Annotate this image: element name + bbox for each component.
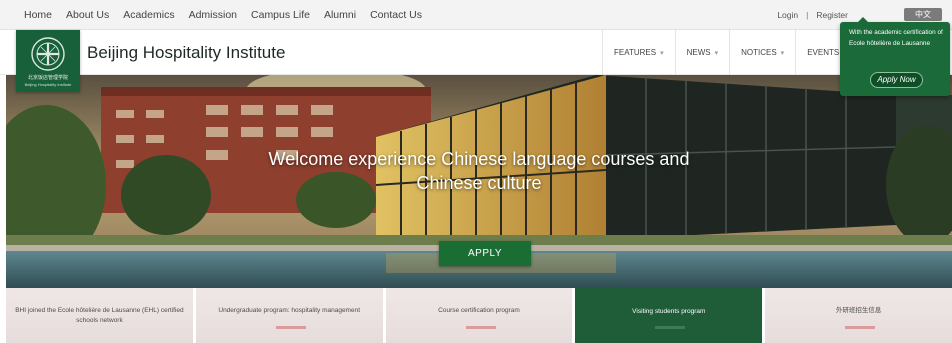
tile-accent-bar xyxy=(655,326,686,329)
nav-news-label: NEWS xyxy=(686,48,711,57)
link-separator: | xyxy=(806,10,809,20)
nav-features-label: FEATURES xyxy=(614,48,657,57)
register-link[interactable]: Register xyxy=(816,10,848,20)
account-links: Login | Register xyxy=(777,10,848,20)
program-tile-label: 外研班招生信息 xyxy=(835,307,882,314)
nav-features[interactable]: FEATURES ▾ xyxy=(602,30,675,75)
top-nav-campus-life[interactable]: Campus Life xyxy=(251,9,310,21)
top-nav-contact-us[interactable]: Contact Us xyxy=(370,9,422,21)
certification-text: With the academic certification of Ecole… xyxy=(849,29,943,47)
program-tile-label: Visiting students program xyxy=(632,308,706,315)
main-navigation: FEATURES ▾ NEWS ▾ NOTICES ▾ EVENTS ▾ xyxy=(602,30,858,75)
tile-accent-bar xyxy=(275,326,306,329)
chevron-down-icon: ▾ xyxy=(714,49,719,57)
apply-now-button[interactable]: Apply Now xyxy=(870,72,923,88)
site-header: 北京饭店管理学院 Beijing Hospitality Institute B… xyxy=(0,30,952,92)
top-nav-academics[interactable]: Academics xyxy=(123,9,174,21)
nav-events-label: EVENTS xyxy=(807,48,840,57)
top-nav-alumni[interactable]: Alumni xyxy=(324,9,356,21)
page: Home About Us Academics Admission Campus… xyxy=(0,0,952,343)
chevron-down-icon: ▾ xyxy=(660,49,664,57)
logo[interactable]: 北京饭店管理学院 Beijing Hospitality Institute xyxy=(16,30,80,92)
login-link[interactable]: Login xyxy=(777,10,798,20)
logo-chinese-name: 北京饭店管理学院 xyxy=(27,75,68,81)
program-tile-chinese-program[interactable]: 外研班招生信息 xyxy=(765,288,952,343)
program-tile-label: Undergraduate program: hospitality manag… xyxy=(218,307,361,314)
institute-emblem-icon xyxy=(31,37,65,71)
program-tile-ehl-network[interactable]: BHI joined the Ecole hôtelière de Lausan… xyxy=(6,288,193,343)
tile-accent-bar xyxy=(465,326,496,329)
nav-news[interactable]: NEWS ▾ xyxy=(674,30,730,75)
language-switch-button[interactable]: 中文 xyxy=(904,8,942,21)
top-utility-bar: Home About Us Academics Admission Campus… xyxy=(0,0,952,30)
program-tile-label: Course certification program xyxy=(438,307,520,314)
program-tile-visiting-students[interactable]: Visiting students program xyxy=(575,288,763,343)
program-tiles: BHI joined the Ecole hôtelière de Lausan… xyxy=(6,288,952,343)
tile-accent-bar xyxy=(845,326,876,329)
top-nav-about-us[interactable]: About Us xyxy=(66,9,109,21)
program-tile-undergraduate[interactable]: Undergraduate program: hospitality manag… xyxy=(195,288,383,343)
certification-callout: With the academic certification of Ecole… xyxy=(840,17,950,96)
apply-button[interactable]: APPLY xyxy=(439,241,531,266)
program-tile-label: BHI joined the Ecole hôtelière de Lausan… xyxy=(15,307,184,324)
hero-banner: Welcome experience Chinese language cour… xyxy=(6,75,952,288)
chevron-down-icon: ▾ xyxy=(780,49,785,57)
program-tile-course-certification[interactable]: Course certification program xyxy=(385,288,573,343)
logo-english-name: Beijing Hospitality Institute xyxy=(24,82,72,87)
nav-notices-label: NOTICES xyxy=(741,48,777,57)
top-navigation: Home About Us Academics Admission Campus… xyxy=(24,9,422,21)
top-nav-admission[interactable]: Admission xyxy=(189,9,237,21)
site-title[interactable]: Beijing Hospitality Institute xyxy=(87,43,285,63)
top-nav-home[interactable]: Home xyxy=(24,9,52,21)
nav-notices[interactable]: NOTICES ▾ xyxy=(729,30,795,75)
